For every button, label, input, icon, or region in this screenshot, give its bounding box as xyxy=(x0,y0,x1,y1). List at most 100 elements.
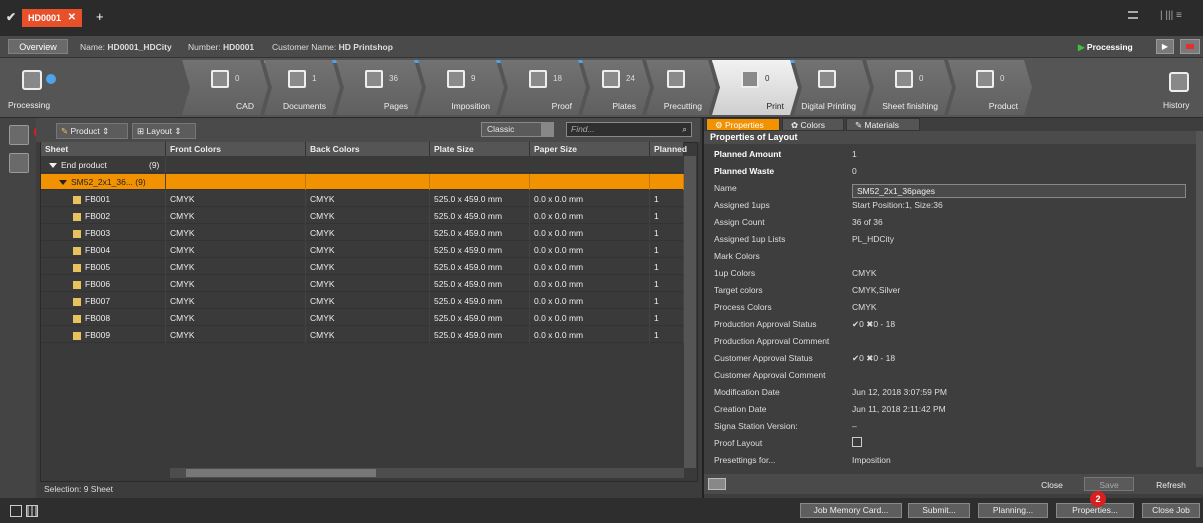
overview-button[interactable]: Overview xyxy=(8,39,68,54)
column-header-planned[interactable]: Planned xyxy=(650,142,687,156)
callout-badge-2: 2 xyxy=(1090,491,1106,507)
step-count: 0 xyxy=(919,74,924,83)
property-row: Process Colors CMYK xyxy=(706,299,1196,316)
table-cell: 1 xyxy=(650,276,684,292)
panel-layout-icon[interactable] xyxy=(10,505,22,517)
product-icon xyxy=(976,70,994,88)
workflow-step-plates[interactable]: 24 Plates xyxy=(582,60,650,115)
toolbar-icons[interactable]: | ||| ≡ xyxy=(1160,10,1200,22)
end-product-row[interactable]: End product (9) xyxy=(41,157,684,173)
table-row[interactable]: FB008 CMYK CMYK 525.0 x 459.0 mm 0.0 x 0.0 m… xyxy=(41,310,684,326)
workflow-step-pages[interactable]: 36 Pages xyxy=(336,60,422,115)
search-icon: ⌕ xyxy=(682,124,687,134)
tab-job[interactable]: HD0001 ✕ xyxy=(22,9,82,27)
table-cell: 1 xyxy=(650,225,684,241)
table-cell: FB001 xyxy=(41,191,166,207)
table-vertical-scrollbar[interactable] xyxy=(684,156,696,468)
close-job-button[interactable]: Close Job xyxy=(1142,503,1200,518)
table-cell: CMYK xyxy=(166,208,306,224)
table-row[interactable]: FB007 CMYK CMYK 525.0 x 459.0 mm 0.0 x 0.0 m… xyxy=(41,293,684,309)
workflow-step-imposition[interactable]: 9 Imposition xyxy=(418,60,504,115)
stop-button[interactable] xyxy=(1180,39,1200,54)
app-logo-icon: ✔ xyxy=(6,10,17,24)
step-count: 18 xyxy=(553,74,562,83)
proof-layout-checkbox[interactable] xyxy=(852,437,862,447)
table-row[interactable]: FB004 CMYK CMYK 525.0 x 459.0 mm 0.0 x 0.0 m… xyxy=(41,242,684,258)
job-memory-card-button[interactable]: Job Memory Card... xyxy=(800,503,902,518)
table-row[interactable]: FB005 CMYK CMYK 525.0 x 459.0 mm 0.0 x 0.0 m… xyxy=(41,259,684,275)
table-cell: CMYK xyxy=(166,242,306,258)
close-properties-button[interactable]: Close xyxy=(1030,477,1074,491)
folder-icon[interactable] xyxy=(708,478,726,490)
tab-materials[interactable]: ✎ Materials xyxy=(846,118,920,131)
cell-value: 1 xyxy=(654,279,659,289)
workflow-step-digital-printing[interactable]: Digital Printing xyxy=(794,60,870,115)
cell-value: 0.0 x 0.0 mm xyxy=(534,245,584,255)
documents-icon xyxy=(288,70,306,88)
column-header-back-colors[interactable]: Back Colors xyxy=(306,142,430,156)
cell-value: 525.0 x 459.0 mm xyxy=(434,313,503,323)
tab-colors[interactable]: ✿ Colors xyxy=(782,118,844,131)
workflow-step-documents[interactable]: 1 Documents xyxy=(264,60,340,115)
selection-status: Selection: 9 Sheet xyxy=(44,484,113,494)
step-label: Sheet finishing xyxy=(882,101,938,111)
grid-view-icon[interactable] xyxy=(26,505,38,517)
submit-button[interactable]: Submit... xyxy=(908,503,970,518)
close-tab-icon[interactable]: ✕ xyxy=(68,9,76,27)
add-tab-button[interactable]: + xyxy=(96,9,104,24)
step-label: Pages xyxy=(383,101,408,111)
view-select[interactable]: Classic xyxy=(481,122,554,137)
sheet-icon xyxy=(73,331,81,340)
property-row: Target colors CMYK,Silver xyxy=(706,282,1196,299)
layout-filter-button[interactable]: ⊞ Layout ⇕ xyxy=(132,123,196,139)
property-row: Planned Amount 1 xyxy=(706,146,1196,163)
property-row: Proof Layout xyxy=(706,435,1196,452)
workflow-step-precutting[interactable]: Precutting xyxy=(646,60,716,115)
workflow-step-sheet-finishing[interactable]: 0 Sheet finishing xyxy=(866,60,952,115)
column-header-paper-size[interactable]: Paper Size xyxy=(530,142,650,156)
property-key: Customer Approval Status xyxy=(714,353,813,363)
workflow-step-cad[interactable]: 0 CAD xyxy=(182,60,268,115)
properties-scrollbar[interactable] xyxy=(1196,131,1203,467)
table-row[interactable]: FB003 CMYK CMYK 525.0 x 459.0 mm 0.0 x 0.0 m… xyxy=(41,225,684,241)
workflow-step-proof[interactable]: 18 Proof xyxy=(500,60,586,115)
column-header-sheet[interactable]: Sheet xyxy=(41,142,166,156)
table-row[interactable]: FB002 CMYK CMYK 525.0 x 459.0 mm 0.0 x 0.0 m… xyxy=(41,208,684,224)
layout-name-input[interactable]: SM52_2x1_36pages xyxy=(852,184,1186,198)
refresh-button[interactable]: Refresh xyxy=(1142,477,1200,491)
workflow-step-product[interactable]: 0 Product xyxy=(948,60,1032,115)
processing-widget[interactable]: Processing xyxy=(8,64,68,114)
cell-value: 0.0 x 0.0 mm xyxy=(534,194,584,204)
tab-colors-label: Colors xyxy=(800,120,826,130)
window-menu-icon[interactable] xyxy=(1128,11,1138,19)
tab-properties[interactable]: ⚙ Properties xyxy=(706,118,780,131)
start-button[interactable]: ▶ xyxy=(1156,39,1174,54)
table-row[interactable]: FB006 CMYK CMYK 525.0 x 459.0 mm 0.0 x 0.0 m… xyxy=(41,276,684,292)
column-header-plate-size[interactable]: Plate Size xyxy=(430,142,530,156)
column-header-front-colors[interactable]: Front Colors xyxy=(166,142,306,156)
table-row[interactable]: FB009 CMYK CMYK 525.0 x 459.0 mm 0.0 x 0.0 m… xyxy=(41,327,684,343)
cell-value: CMYK xyxy=(170,296,195,306)
property-row: Mark Colors xyxy=(706,248,1196,265)
cell-value: 1 xyxy=(654,313,659,323)
find-input[interactable]: Find... ⌕ xyxy=(566,122,692,137)
history-widget[interactable]: History xyxy=(1155,64,1201,114)
save-button[interactable]: Save xyxy=(1084,477,1134,491)
sheet-view-button[interactable] xyxy=(9,125,29,145)
workflow-step-print[interactable]: 0 Print xyxy=(712,60,798,115)
cell-value: CMYK xyxy=(170,228,195,238)
product-filter-button[interactable]: ✎ Product ⇕ xyxy=(56,123,128,139)
table-cell: 1 xyxy=(650,208,684,224)
property-key: Production Approval Comment xyxy=(714,336,830,346)
product-filter-label: Product xyxy=(70,126,100,136)
planning-button[interactable]: Planning... xyxy=(978,503,1048,518)
layout-view-button[interactable] xyxy=(9,153,29,173)
table-scroll-thumb[interactable] xyxy=(186,469,376,477)
sheet-icon xyxy=(73,212,81,221)
layout-row[interactable]: SM52_2x1_36... (9) xyxy=(41,174,684,190)
table-row[interactable]: FB001 CMYK CMYK 525.0 x 459.0 mm 0.0 x 0.0 m… xyxy=(41,191,684,207)
cell-value: CMYK xyxy=(310,330,335,340)
step-label: Precutting xyxy=(663,101,702,111)
property-value: Jun 12, 2018 3:07:59 PM xyxy=(852,387,947,397)
property-value: Jun 11, 2018 2:11:42 PM xyxy=(852,404,946,414)
